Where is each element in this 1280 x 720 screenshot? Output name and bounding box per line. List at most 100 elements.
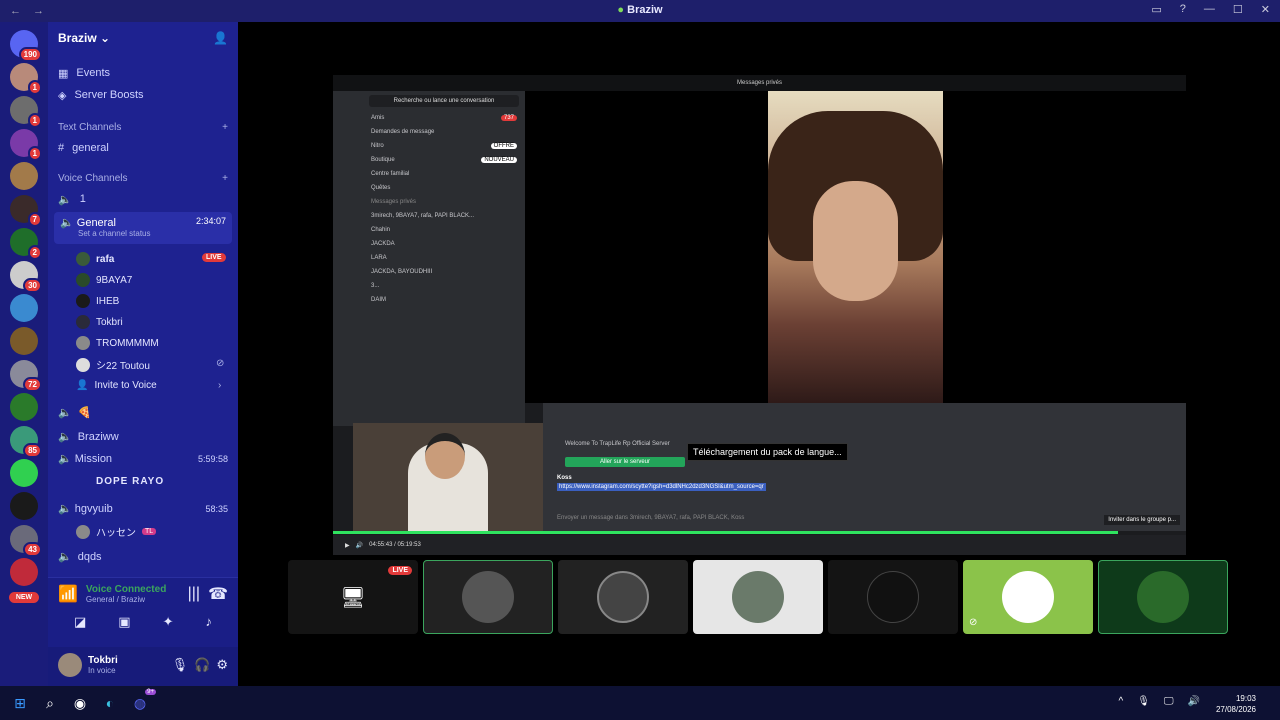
- boost-icon: ◈: [58, 89, 67, 102]
- server-header[interactable]: Braziw ⌄ 👤: [48, 22, 238, 54]
- mention-badge: 7: [27, 212, 42, 227]
- window-title: ● Braziw: [617, 4, 663, 16]
- home-button[interactable]: 190: [10, 30, 42, 62]
- voice-member[interactable]: 9BAYA7: [76, 273, 132, 287]
- invite-icon: 👤: [76, 380, 89, 391]
- voice-channel[interactable]: 🔈 Braziww: [58, 430, 119, 444]
- voice-member[interactable]: IHEB: [76, 294, 119, 308]
- stream-progress-bar[interactable]: [333, 531, 1118, 534]
- server-icon[interactable]: 43: [10, 525, 42, 557]
- voice-member[interactable]: シ22 Toutou: [76, 357, 150, 372]
- voice-channel[interactable]: 🔈 🍕: [58, 406, 91, 419]
- voice-member[interactable]: Tokbri: [76, 315, 123, 329]
- stream-nav-item: Centre familial: [371, 171, 410, 177]
- voice-channel-general[interactable]: 🔈 General 2:34:07 Set a channel status: [54, 212, 232, 244]
- steam-icon[interactable]: ◉: [70, 693, 90, 713]
- inbox-icon[interactable]: ▭: [1151, 3, 1161, 16]
- windows-start-icon[interactable]: ⊞: [10, 693, 30, 713]
- tray-volume-icon[interactable]: 🔊: [1188, 696, 1200, 707]
- speaker-icon: 🔈: [60, 217, 74, 229]
- server-icon[interactable]: [10, 162, 38, 190]
- noise-suppression-icon[interactable]: |||: [188, 585, 200, 603]
- system-clock[interactable]: 19:03 27/08/2026: [1216, 693, 1256, 715]
- avatar[interactable]: [58, 653, 82, 677]
- participant-tile[interactable]: 🖥 LIVE: [288, 560, 418, 634]
- add-channel-icon: +: [222, 122, 228, 133]
- participant-tile[interactable]: ⊘: [963, 560, 1093, 634]
- disconnect-icon[interactable]: ☎: [208, 584, 228, 604]
- stream-dm: DAIM: [371, 297, 386, 303]
- text-channels-category[interactable]: Text Channels +: [48, 122, 238, 133]
- user-panel: Tokbri In voice 🎙 🎧 ⚙: [48, 647, 238, 686]
- help-icon[interactable]: ?: [1180, 3, 1186, 16]
- tray-chevron-icon[interactable]: ^: [1119, 696, 1124, 707]
- muted-icon: ⊘: [969, 617, 978, 628]
- new-badge: NEW: [9, 592, 39, 603]
- stream-dm: JACKDA, BAYOUDHIII: [371, 269, 433, 275]
- avatar: [76, 315, 90, 329]
- channel-status: Set a channel status: [78, 229, 151, 238]
- tray-mic-icon[interactable]: 🎙: [1137, 696, 1150, 707]
- voice-member[interactable]: DOPE RAYO: [76, 474, 164, 488]
- stream-time: 04:55:43 / 05:19:53: [369, 542, 421, 548]
- tray-network-icon[interactable]: 🖵: [1164, 696, 1174, 707]
- participant-tile[interactable]: [828, 560, 958, 634]
- stream-video-call: [525, 91, 1186, 403]
- voice-channel[interactable]: 🔈 dqds: [58, 550, 102, 564]
- server-icon[interactable]: [10, 459, 38, 487]
- server-icon[interactable]: 2: [10, 228, 42, 260]
- stream-dm: 3...: [371, 283, 380, 289]
- server-icon[interactable]: [10, 327, 38, 355]
- server-icon[interactable]: [10, 393, 38, 421]
- server-icon[interactable]: 30: [10, 261, 42, 293]
- soundboard-icon[interactable]: ♪: [206, 614, 213, 630]
- server-icon[interactable]: 85: [10, 426, 42, 458]
- server-icon[interactable]: [10, 558, 38, 586]
- screen-share-icon[interactable]: ▣: [118, 614, 130, 630]
- voice-member[interactable]: TROMMMMM: [76, 336, 159, 350]
- voice-channel-1[interactable]: 🔈 1: [48, 188, 238, 210]
- video-participant: [768, 91, 943, 403]
- stream-link: https://www.instagram.com/scytte?igsh=d3…: [557, 483, 766, 491]
- server-icon[interactable]: 7: [10, 195, 42, 227]
- headphones-icon[interactable]: 🎧: [194, 657, 210, 673]
- discord-icon[interactable]: ◍ 9+: [130, 689, 156, 713]
- server-logo-icon: ●: [617, 4, 625, 16]
- voice-member[interactable]: ハッセン TL: [76, 524, 157, 539]
- participant-tile[interactable]: [558, 560, 688, 634]
- server-icon[interactable]: 72: [10, 360, 42, 392]
- participant-tile[interactable]: [693, 560, 823, 634]
- add-member-icon[interactable]: 👤: [213, 31, 228, 45]
- channel-general[interactable]: # general: [48, 137, 238, 159]
- search-icon[interactable]: ⌕: [40, 693, 60, 713]
- screen-share-stream[interactable]: Messages privés Recherche ou lance une c…: [333, 75, 1186, 555]
- microphone-icon[interactable]: 🎙: [172, 657, 189, 673]
- voice-member[interactable]: rafa: [76, 252, 114, 266]
- stream-author: Koss: [557, 475, 572, 481]
- invite-to-voice[interactable]: 👤 Invite to Voice: [76, 380, 157, 391]
- settings-gear-icon[interactable]: ⚙: [216, 657, 228, 673]
- camera-off-icon[interactable]: ◪: [74, 614, 86, 630]
- server-icon[interactable]: 1: [10, 96, 42, 128]
- boosts-link[interactable]: ◈ Server Boosts: [48, 84, 238, 106]
- server-icon[interactable]: 1: [10, 129, 42, 161]
- volume-icon: 🔊: [355, 542, 364, 549]
- participant-tile[interactable]: [1098, 560, 1228, 634]
- mention-badge: 1: [27, 146, 42, 161]
- maximize-icon[interactable]: ☐: [1233, 3, 1243, 16]
- voice-channel[interactable]: 🔈 hgvyuib 58:35: [58, 502, 228, 515]
- participant-tile[interactable]: [423, 560, 553, 634]
- voice-channel[interactable]: 🔈 Mission 5:59:58: [58, 452, 228, 465]
- voice-channels-category[interactable]: Voice Channels +: [48, 173, 238, 184]
- minimize-icon[interactable]: —: [1204, 3, 1215, 16]
- server-icon[interactable]: [10, 294, 38, 322]
- stream-search: Recherche ou lance une conversation: [369, 95, 519, 107]
- voice-connected-panel: 📶 Voice Connected General / Braziw ||| ☎…: [48, 577, 238, 647]
- server-icon[interactable]: 1: [10, 63, 42, 95]
- server-icon[interactable]: [10, 492, 38, 520]
- close-icon[interactable]: ✕: [1261, 3, 1270, 16]
- events-link[interactable]: ▦ Events: [48, 62, 238, 84]
- activities-icon[interactable]: ✦: [163, 614, 174, 630]
- stream-invite: Inviter dans le groupe p...: [1104, 515, 1180, 525]
- edge-browser-icon[interactable]: ◐: [100, 693, 120, 713]
